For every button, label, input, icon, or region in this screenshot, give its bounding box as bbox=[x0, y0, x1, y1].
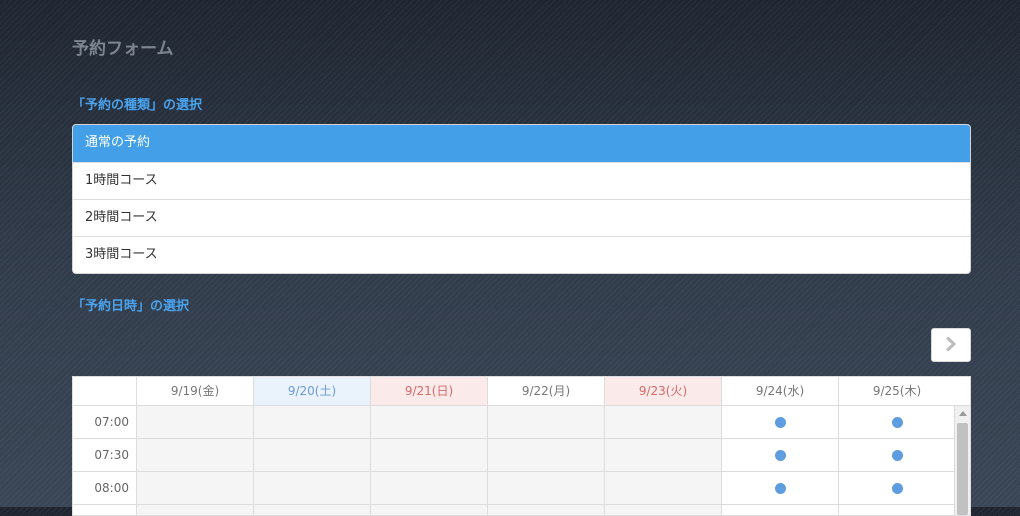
unavailable-slot-cell bbox=[370, 439, 487, 471]
unavailable-slot-cell bbox=[136, 439, 253, 471]
available-slot-cell[interactable] bbox=[838, 406, 955, 438]
available-dot-icon bbox=[892, 417, 903, 428]
available-dot-icon bbox=[775, 417, 786, 428]
time-slot-label: 07:30 bbox=[73, 439, 136, 471]
unavailable-slot-cell bbox=[604, 472, 721, 504]
unavailable-slot-cell bbox=[487, 472, 604, 504]
available-slot-cell[interactable] bbox=[838, 439, 955, 471]
scroll-up-arrow-icon[interactable] bbox=[959, 411, 967, 416]
scroll-thumb[interactable] bbox=[957, 423, 968, 515]
calendar-time-row: 07:30 bbox=[73, 439, 970, 472]
calendar-time-row: 08:00 bbox=[73, 472, 970, 505]
calendar-day-header: 9/24(水) bbox=[721, 377, 838, 405]
available-slot-cell[interactable] bbox=[721, 472, 838, 504]
available-slot-cell[interactable] bbox=[721, 439, 838, 471]
calendar-day-header: 9/20(土) bbox=[253, 377, 370, 405]
calendar-day-header: 9/25(木) bbox=[838, 377, 955, 405]
unavailable-slot-cell bbox=[253, 406, 370, 438]
reservation-type-option[interactable]: 3時間コース bbox=[73, 236, 970, 273]
availability-calendar: 9/19(金)9/20(土)9/21(日)9/22(月)9/23(火)9/24(… bbox=[72, 376, 971, 516]
unavailable-slot-cell bbox=[487, 439, 604, 471]
calendar-day-header: 9/19(金) bbox=[136, 377, 253, 405]
reservation-type-list: 通常の予約1時間コース2時間コース3時間コース bbox=[72, 124, 971, 274]
calendar-time-row: 07:00 bbox=[73, 406, 970, 439]
week-range-label: 9/19～ 9/25 bbox=[72, 331, 148, 350]
unavailable-slot-cell bbox=[136, 472, 253, 504]
reservation-type-option[interactable]: 1時間コース bbox=[73, 162, 970, 199]
calendar-day-header: 9/23(火) bbox=[604, 377, 721, 405]
available-slot-cell[interactable] bbox=[721, 406, 838, 438]
reservation-type-option[interactable]: 2時間コース bbox=[73, 199, 970, 236]
unavailable-slot-cell bbox=[604, 406, 721, 438]
date-section-title: 「予約日時」の選択 bbox=[72, 295, 189, 314]
unavailable-slot-cell bbox=[487, 406, 604, 438]
page-title: 予約フォーム bbox=[72, 34, 174, 59]
available-slot-cell[interactable] bbox=[838, 472, 955, 504]
time-slot-label: 08:00 bbox=[73, 472, 136, 504]
time-slot-label: 07:00 bbox=[73, 406, 136, 438]
next-week-button[interactable] bbox=[931, 328, 971, 362]
available-dot-icon bbox=[775, 483, 786, 494]
available-dot-icon bbox=[892, 483, 903, 494]
calendar-corner-cell bbox=[73, 377, 136, 405]
unavailable-slot-cell bbox=[370, 472, 487, 504]
calendar-day-header: 9/21(日) bbox=[370, 377, 487, 405]
calendar-day-header: 9/22(月) bbox=[487, 377, 604, 405]
type-section-title: 「予約の種類」の選択 bbox=[72, 94, 202, 113]
available-dot-icon bbox=[775, 450, 786, 461]
available-dot-icon bbox=[892, 450, 903, 461]
calendar-body: 07:0007:3008:0008:30 bbox=[73, 406, 970, 516]
chevron-right-icon bbox=[945, 336, 957, 355]
unavailable-slot-cell bbox=[136, 406, 253, 438]
reservation-type-option[interactable]: 通常の予約 bbox=[73, 125, 970, 162]
unavailable-slot-cell bbox=[253, 439, 370, 471]
calendar-scrollbar[interactable] bbox=[954, 406, 970, 515]
unavailable-slot-cell bbox=[370, 406, 487, 438]
unavailable-slot-cell bbox=[253, 472, 370, 504]
unavailable-slot-cell bbox=[604, 439, 721, 471]
calendar-header-row: 9/19(金)9/20(土)9/21(日)9/22(月)9/23(火)9/24(… bbox=[73, 377, 970, 406]
